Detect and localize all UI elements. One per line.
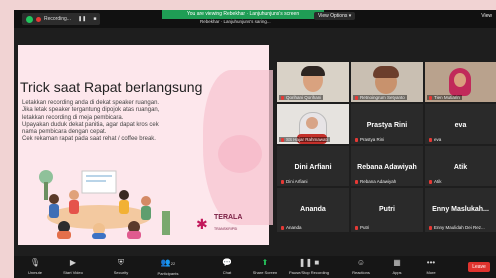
slide-title: Trick saat Rapat berlangsung <box>20 79 203 95</box>
participant-display-name: Putri <box>379 206 395 213</box>
terala-logo: ✱ TERALA TRANSKRIPSI <box>196 210 256 236</box>
stop-icon[interactable]: ■ <box>93 16 96 22</box>
slide-line: Upayakan duduk dekat panitia, agar dapat… <box>22 121 159 128</box>
participant-tile[interactable]: Tien Mutiarin <box>425 62 496 102</box>
participant-tile[interactable]: Retnoingrum Setyanto <box>351 62 423 102</box>
reactions-button[interactable]: ☺ Reactions <box>344 258 378 275</box>
top-bar: Recording... ❚❚ ■ You are viewing Rebekh… <box>14 10 496 28</box>
muted-mic-icon <box>429 179 432 184</box>
participant-name: Tien Mutiarin <box>427 95 462 100</box>
participant-name: SS Hajar Rahmawati <box>279 137 330 142</box>
participant-video <box>454 73 466 87</box>
chat-button[interactable]: 💬 Chat <box>210 258 244 275</box>
slide-line: nama pembicara dengan cepat. <box>22 129 107 136</box>
more-dots-icon: ••• <box>426 258 436 267</box>
smiley-icon: ☺ <box>356 258 366 267</box>
participant-name: Retnoingrum Setyanto <box>353 95 407 100</box>
meeting-toolbar: 🎙 Unmute ▶ Start Video ⛨ Security 👥22 Pa… <box>14 256 496 278</box>
record-controls-icon: ❚❚ ■ <box>298 258 320 267</box>
participant-name: Ananda <box>279 225 304 230</box>
recording-label: Recording... <box>44 16 71 22</box>
slide-body: Letakkan recording anda di dekat speaker… <box>22 100 192 144</box>
participant-tile[interactable]: Ananda Ananda <box>277 188 349 232</box>
record-dot-icon <box>36 16 41 22</box>
share-screen-button[interactable]: ⬆ Share Screen <box>248 258 282 275</box>
muted-mic-icon <box>355 95 358 100</box>
security-button[interactable]: ⛨ Security <box>104 258 138 275</box>
participant-tile[interactable]: eva eva <box>425 104 496 144</box>
participant-display-name: Rebana Adawiyah <box>357 164 417 171</box>
participant-display-name: Enny Maslukah... <box>432 206 489 213</box>
screen-share-subbanner: Rebekhar · Lanjuhunjuns's saring... <box>200 19 271 24</box>
participant-name: Rebana Adawiyah <box>353 179 398 184</box>
muted-mic-icon <box>429 95 432 100</box>
participant-display-name: eva <box>454 122 467 129</box>
video-camera-icon: ▶ <box>69 258 77 267</box>
zoom-window: Recording... ❚❚ ■ You are viewing Rebekh… <box>14 10 496 278</box>
muted-mic-icon <box>281 95 284 100</box>
muted-mic-icon <box>429 225 432 230</box>
participant-name: Prastya Rini <box>353 137 386 142</box>
participant-display-name: Atik <box>453 164 468 171</box>
muted-mic-icon <box>355 179 358 184</box>
muted-mic-icon <box>281 137 284 142</box>
shared-slide: Trick saat Rapat berlangsung Letakkan re… <box>18 45 273 245</box>
recording-indicator[interactable]: Recording... ❚❚ ■ <box>22 13 101 25</box>
apps-icon: ▦ <box>393 258 401 267</box>
participant-tile[interactable]: Prastya Rini Prastya Rini <box>351 104 423 144</box>
screen-share-banner: You are viewing Rebekhar · Lanjuhunjuns'… <box>162 10 324 19</box>
participants-icon: 👥22 <box>160 258 176 267</box>
logo-text: TERALA <box>214 214 243 221</box>
participant-video <box>301 66 325 76</box>
pause-stop-recording-button[interactable]: ❚❚ ■ Pause/Stop Recording <box>284 258 334 275</box>
pause-icon[interactable]: ❚❚ <box>78 16 86 22</box>
muted-mic-icon <box>281 179 284 184</box>
shield-icon <box>26 15 33 23</box>
meeting-illustration <box>24 165 174 239</box>
participant-name: Qorihani Qorihani <box>279 95 324 100</box>
participant-display-name: Ananda <box>300 206 326 213</box>
participant-tile[interactable]: Rebana Adawiyah Rebana Adawiyah <box>351 146 423 186</box>
more-button[interactable]: ••• More <box>414 258 448 275</box>
participant-display-name: Dini Arfiani <box>294 164 332 171</box>
participant-tile[interactable]: Putri Putri <box>351 188 423 232</box>
muted-mic-icon <box>281 225 284 230</box>
logo-subtext: TRANSKRIPSI <box>214 227 238 231</box>
slide-line: Jika letak speaker tergantung dipojok at… <box>22 107 160 114</box>
chat-icon: 💬 <box>222 258 232 267</box>
participant-name: Dini Arfiani <box>279 179 310 184</box>
slide-line: letakkan recording di meja pembicara. <box>22 114 124 121</box>
participant-display-name: Prastya Rini <box>366 122 408 129</box>
participant-name: Putri <box>353 225 371 230</box>
participant-name: Enny Maulidah Dei Rez... <box>427 225 487 230</box>
muted-mic-icon <box>355 225 358 230</box>
muted-mic-icon <box>355 137 358 142</box>
participant-video <box>306 117 318 129</box>
slide-line: Cek rekaman rapat pada saat rehat / coff… <box>22 136 156 143</box>
apps-button[interactable]: ▦ Apps <box>380 258 414 275</box>
participant-tile[interactable]: SS Hajar Rahmawati <box>277 104 349 144</box>
unmute-button[interactable]: 🎙 Unmute <box>18 258 52 275</box>
logo-mark-icon: ✱ <box>196 216 208 232</box>
participant-tile[interactable]: Enny Maslukah... Enny Maulidah Dei Rez..… <box>425 188 496 232</box>
leave-button[interactable]: Leave <box>468 262 490 272</box>
participant-name: Atik <box>427 179 444 184</box>
participants-button[interactable]: 👥22 Participants <box>146 258 190 276</box>
participant-tile[interactable]: Qorihani Qorihani <box>277 62 349 102</box>
participant-tile[interactable]: Dini Arfiani Dini Arfiani <box>277 146 349 186</box>
slide-line: Letakkan recording anda di dekat speaker… <box>22 100 160 106</box>
participant-video <box>373 66 399 78</box>
muted-mic-icon <box>429 137 432 142</box>
shield-icon: ⛨ <box>118 258 124 267</box>
view-options-button[interactable]: View Options ▾ <box>314 12 356 20</box>
participant-name: eva <box>427 137 443 142</box>
view-button[interactable]: View <box>481 13 492 19</box>
decorative-shape <box>218 135 262 173</box>
participant-tile[interactable]: Atik Atik <box>425 146 496 186</box>
start-video-button[interactable]: ▶ Start Video <box>56 258 90 275</box>
share-screen-icon: ⬆ <box>261 258 269 267</box>
microphone-muted-icon: 🎙 <box>29 258 41 267</box>
